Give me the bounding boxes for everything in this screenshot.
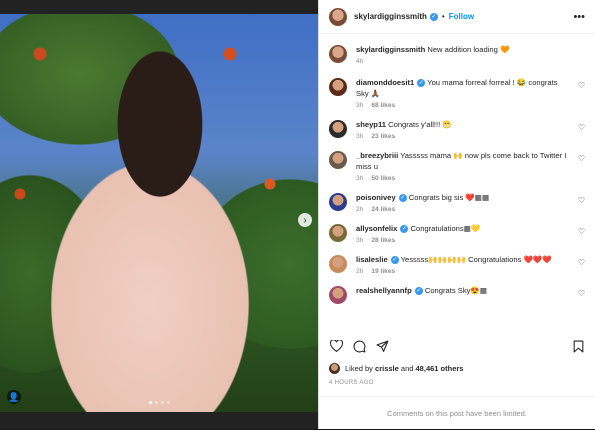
post-header: skylardigginssmith ✓ • Follow ••• <box>319 0 595 34</box>
carousel-dot <box>161 401 164 404</box>
carousel-dot <box>167 401 170 404</box>
comment-time: 2h <box>356 206 364 213</box>
comment-likes[interactable]: 68 likes <box>371 102 395 109</box>
comment-text: Congrats Sky😍▦ <box>424 286 488 295</box>
bookmark-icon[interactable] <box>571 339 585 353</box>
separator-dot: • <box>441 12 445 21</box>
comment-likes[interactable]: 24 likes <box>371 206 395 213</box>
caption: skylardigginssmith New addition loading … <box>319 44 595 65</box>
comment-likes[interactable]: 23 likes <box>371 133 395 140</box>
comment-likes[interactable]: 19 likes <box>371 268 395 275</box>
heart-icon[interactable]: ♡ <box>578 123 585 132</box>
comment-row: realshellyannfp ✓ Congrats Sky😍▦ ♡ <box>319 285 595 306</box>
liked-connector: and <box>400 364 414 373</box>
avatar[interactable] <box>329 255 347 273</box>
caption-text: New addition loading 🧡 <box>427 45 510 54</box>
comment-username[interactable]: realshellyannfp <box>356 286 412 295</box>
avatar[interactable] <box>329 45 347 63</box>
avatar[interactable] <box>329 363 340 374</box>
carousel-dot <box>149 401 152 404</box>
comment-row: _breezybriii Yasssss mama 🙌 now pls come… <box>319 150 595 182</box>
avatar[interactable] <box>329 151 347 169</box>
heart-icon[interactable]: ♡ <box>578 154 585 163</box>
chevron-right-icon[interactable]: › <box>298 213 312 227</box>
heart-icon[interactable]: ♡ <box>578 289 585 298</box>
comment-row: lisaleslie ✓ Yesssss🙌🙌🙌🙌 Congratulations … <box>319 254 595 275</box>
more-icon[interactable]: ••• <box>573 11 585 23</box>
comment-row: sheyp11 Congrats y'all!!! 😁 3h 23 likes ♡ <box>319 119 595 140</box>
comment-username[interactable]: diamonddoesit1 <box>356 78 414 87</box>
verified-icon: ✓ <box>398 194 407 202</box>
comments-limited-notice: Comments on this post have been limited. <box>319 396 595 430</box>
heart-icon[interactable]: ♡ <box>578 227 585 236</box>
heart-icon[interactable]: ♡ <box>578 196 585 205</box>
verified-icon: ✓ <box>417 79 426 87</box>
comment-username[interactable]: lisaleslie <box>356 255 388 264</box>
verified-icon: ✓ <box>414 287 423 295</box>
liked-count[interactable]: 48,461 others <box>416 364 464 373</box>
comment-time: 3h <box>356 133 364 140</box>
verified-icon: ✓ <box>390 256 399 264</box>
comment-row: poisonivey ✓ Congrats big sis ❤️▦▦ 2h 24 li… <box>319 192 595 213</box>
user-tag-icon[interactable]: 👤 <box>7 390 21 404</box>
header-username[interactable]: skylardigginssmith <box>354 12 427 21</box>
liked-prefix: Liked by <box>345 364 373 373</box>
follow-button[interactable]: Follow <box>449 12 474 21</box>
avatar[interactable] <box>329 286 347 304</box>
carousel-indicator <box>149 401 170 404</box>
comment-row: allysonfelix ✓ Congratulations▦💛 3h 28 like… <box>319 223 595 244</box>
comment-username[interactable]: _breezybriii <box>356 151 398 160</box>
heart-icon[interactable] <box>329 339 343 353</box>
post-photo[interactable]: › 👤 <box>0 14 318 412</box>
comment-text: Congratulations▦💛 <box>410 224 481 233</box>
comment-likes[interactable]: 50 likes <box>371 175 395 182</box>
comment-time: 2h <box>356 268 364 275</box>
carousel-dot <box>155 401 158 404</box>
comment-time: 3h <box>356 237 364 244</box>
heart-icon[interactable]: ♡ <box>578 81 585 90</box>
avatar[interactable] <box>329 78 347 96</box>
post-timestamp[interactable]: 4 HOURS AGO <box>329 380 374 386</box>
comment-username[interactable]: allysonfelix <box>356 224 397 233</box>
comment-username[interactable]: sheyp11 <box>356 120 386 129</box>
post-sidebar: skylardigginssmith ✓ • Follow ••• skylar… <box>318 0 595 429</box>
heart-icon[interactable]: ♡ <box>578 258 585 267</box>
action-bar <box>329 337 585 355</box>
comment-icon[interactable] <box>352 339 366 353</box>
caption-time: 4h <box>356 58 364 65</box>
verified-icon: ✓ <box>400 225 409 233</box>
liked-user[interactable]: crissle <box>375 364 399 373</box>
comment-text: Yesssss🙌🙌🙌🙌 Congratulations ❤️❤️❤️ <box>400 255 552 264</box>
comment-row: diamonddoesit1 ✓ You mama forreal forreal… <box>319 77 595 109</box>
avatar[interactable] <box>329 224 347 242</box>
comment-text: Congrats y'all!!! 😁 <box>388 120 452 129</box>
share-icon[interactable] <box>375 339 389 353</box>
comment-time: 3h <box>356 175 364 182</box>
comment-time: 3h <box>356 102 364 109</box>
comments-list: skylardigginssmith New addition loading … <box>319 36 595 332</box>
liked-by: Liked by crissle and 48,461 others <box>329 363 463 374</box>
app-frame: › 👤 skylardigginssmith ✓ • Follow ••• sk… <box>0 0 595 429</box>
comment-text: Congrats big sis ❤️▦▦ <box>408 193 490 202</box>
comment-likes[interactable]: 28 likes <box>371 237 395 244</box>
caption-username[interactable]: skylardigginssmith <box>356 45 425 54</box>
avatar[interactable] <box>329 193 347 211</box>
verified-icon: ✓ <box>429 12 438 21</box>
comment-username[interactable]: poisonivey <box>356 193 396 202</box>
avatar[interactable] <box>329 7 347 26</box>
avatar[interactable] <box>329 120 347 138</box>
